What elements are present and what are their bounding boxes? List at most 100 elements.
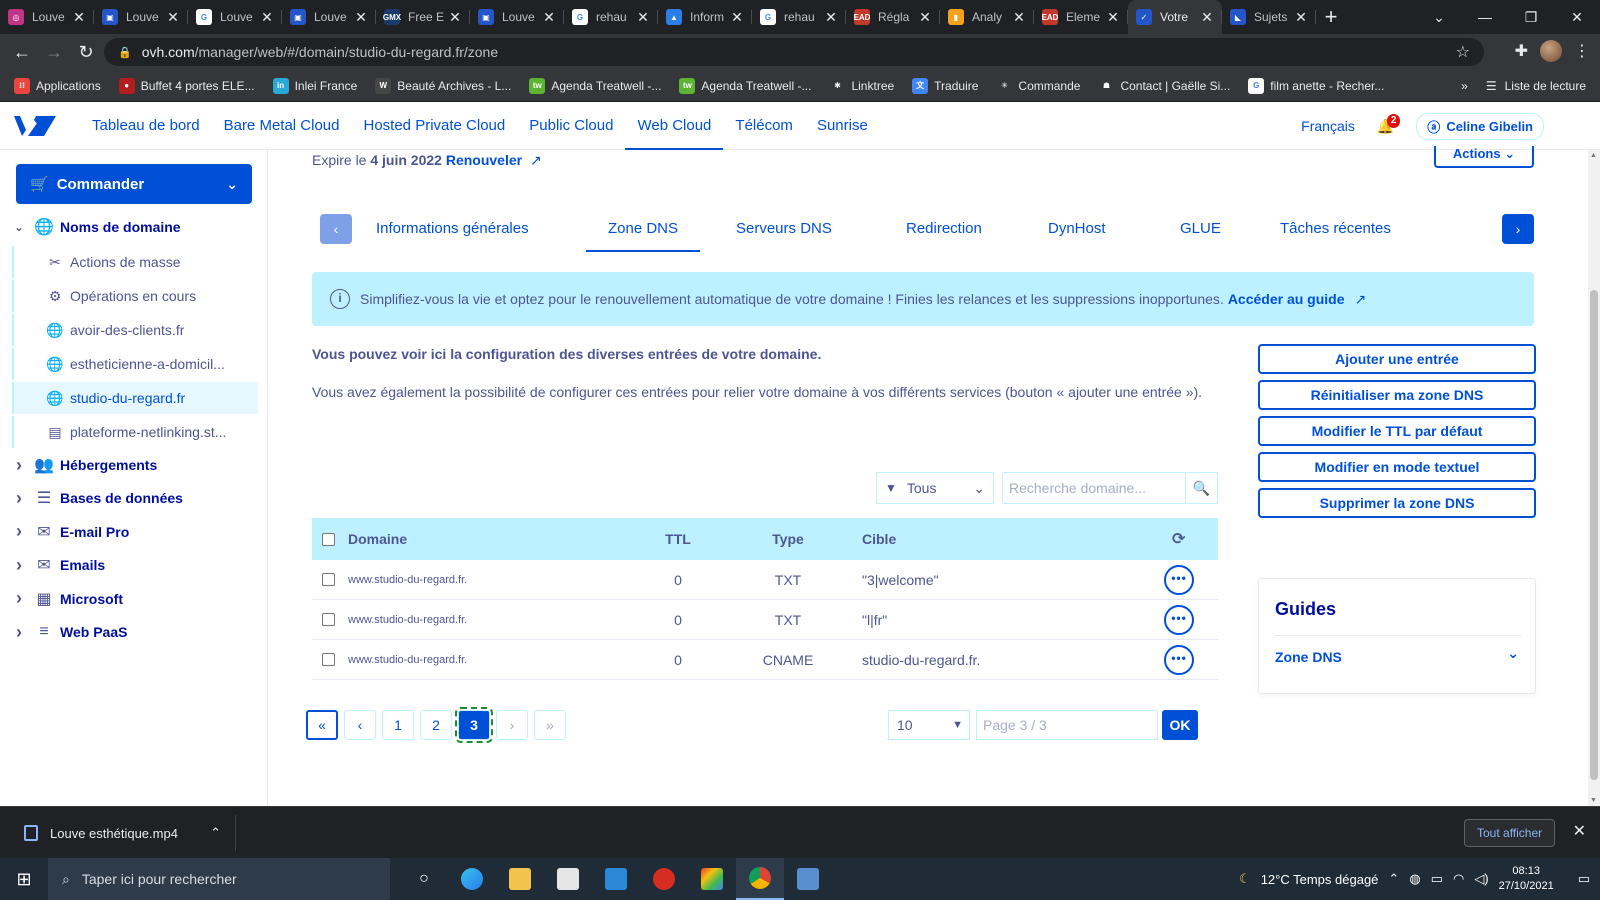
url-input[interactable]: 🔒 ovh.com/manager/web/#/domain/studio-du… (104, 38, 1484, 66)
sidebar-section[interactable]: › ✉ E-mail Pro (0, 517, 258, 547)
tab-close-icon[interactable]: ✕ (448, 9, 462, 26)
bookmark-item[interactable]: ✱ Linktree (829, 77, 894, 94)
row-checkbox[interactable] (322, 653, 335, 666)
task-view-icon[interactable]: ○ (400, 858, 448, 900)
bookmark-item[interactable]: W Beauté Archives - L... (375, 77, 511, 94)
close-window-button[interactable]: ✕ (1554, 9, 1600, 26)
photos-icon[interactable] (784, 858, 832, 900)
universe-menu-item[interactable]: Hosted Private Cloud (352, 102, 518, 150)
bookmark-item[interactable]: tw Agenda Treatwell -... (679, 77, 811, 94)
user-account-button[interactable]: ⓐ Celine Gibelin (1416, 112, 1544, 140)
browser-tab[interactable]: Grehau ✕ (564, 0, 658, 34)
universe-menu-item[interactable]: Télécom (723, 102, 805, 150)
universe-menu-item[interactable]: Bare Metal Cloud (212, 102, 352, 150)
tabs-prev-arrow-icon[interactable]: ‹ (320, 214, 352, 244)
scroll-up-arrow-icon[interactable]: ▲ (1590, 152, 1597, 159)
more-actions-icon[interactable]: ••• (1164, 644, 1194, 675)
profile-avatar[interactable] (1540, 40, 1562, 62)
tab-close-icon[interactable]: ✕ (354, 9, 368, 26)
row-checkbox[interactable] (322, 613, 335, 626)
order-button[interactable]: 🛒 Commander ⌄ (16, 164, 252, 204)
tray-chevron-up-icon[interactable]: ⌃ (1388, 871, 1399, 887)
edge-icon[interactable] (448, 858, 496, 900)
select-all-checkbox[interactable] (322, 532, 335, 546)
close-icon[interactable]: ✕ (1573, 821, 1586, 841)
wifi-icon[interactable]: ◠ (1453, 871, 1464, 887)
zone-action-button[interactable]: Modifier le TTL par défaut (1258, 416, 1536, 446)
tab-close-icon[interactable]: ✕ (918, 9, 932, 26)
reload-icon[interactable]: ↻ (70, 42, 102, 63)
header-type[interactable]: Type (752, 531, 824, 547)
clock[interactable]: 08:13 27/10/2021 (1499, 864, 1554, 894)
last-page-icon[interactable]: » (534, 710, 566, 740)
browser-tab[interactable]: ◎ Louve ✕ (0, 0, 94, 34)
back-arrow-icon[interactable]: ← (6, 42, 38, 63)
browser-tab[interactable]: ▲ Inform ✕ (658, 0, 752, 34)
bookmark-item[interactable]: tw Agenda Treatwell -... (529, 77, 661, 94)
bookmark-star-icon[interactable]: ☆ (1456, 42, 1470, 62)
browser-tab[interactable]: EAD Eleme ✕ (1034, 0, 1128, 34)
bookmark-item[interactable]: ✳ Commande (996, 77, 1080, 94)
chevron-down-icon[interactable]: ⌄ (1507, 645, 1519, 662)
domain-search-input[interactable]: Recherche domaine... (1002, 472, 1186, 504)
type-filter-select[interactable]: ▼ Tous ⌄ (876, 472, 994, 504)
browser-tab[interactable]: ▮ Analy ✕ (940, 0, 1034, 34)
tab-close-icon[interactable]: ✕ (636, 9, 650, 26)
first-page-icon[interactable]: « (306, 710, 338, 740)
universe-menu-item[interactable]: Public Cloud (517, 102, 625, 150)
sidebar-domain-item[interactable]: 🌐 estheticienne-a-domicil... (12, 348, 258, 380)
page-number-button[interactable]: 1 (382, 710, 414, 740)
domain-tab[interactable]: Tâches récentes (1280, 214, 1391, 252)
reading-list[interactable]: ☰ Liste de lecture (1486, 79, 1586, 93)
universe-menu-item[interactable]: Sunrise (805, 102, 880, 150)
tab-close-icon[interactable]: ✕ (1012, 9, 1026, 26)
new-tab-button[interactable]: + (1316, 4, 1346, 30)
bookmark-item[interactable]: ● Buffet 4 portes ELE... (118, 77, 255, 94)
page-number-button[interactable]: 2 (420, 710, 452, 740)
chrome-icon[interactable] (736, 858, 784, 900)
sidebar-domain-item[interactable]: 🌐 studio-du-regard.fr (12, 382, 258, 414)
lock-icon[interactable]: 🔒 (118, 46, 132, 59)
header-target[interactable]: Cible (862, 531, 896, 547)
universe-menu-item[interactable]: Tableau de bord (80, 102, 212, 150)
more-bookmarks-chevron[interactable]: » (1461, 79, 1468, 93)
weather-text[interactable]: 12°C Temps dégagé (1261, 872, 1379, 887)
windows-start-icon[interactable]: ⊞ (0, 869, 48, 890)
browser-tab[interactable]: ▣ Louve ✕ (94, 0, 188, 34)
actions-dropdown-button[interactable]: Actions ⌄ (1434, 146, 1534, 168)
sidebar-section[interactable]: › ☰ Bases de données (0, 483, 258, 513)
sidebar-section[interactable]: › 👥 Hébergements (0, 450, 258, 480)
tab-close-icon[interactable]: ✕ (1106, 9, 1120, 26)
tab-close-icon[interactable]: ✕ (72, 9, 86, 26)
forward-arrow-icon[interactable]: → (38, 42, 70, 63)
guides-item-zone-dns[interactable]: Zone DNS (1275, 649, 1342, 665)
browser-tab[interactable]: ✓ Votre ✕ (1128, 0, 1222, 34)
bookmark-item[interactable]: in Inlei France (272, 77, 357, 94)
domain-tab[interactable]: DynHost (1048, 214, 1106, 252)
tab-close-icon[interactable]: ✕ (824, 9, 838, 26)
domain-tab[interactable]: GLUE (1180, 214, 1221, 252)
browser-tab[interactable]: ▣ Louve ✕ (470, 0, 564, 34)
browser-tab[interactable]: ◣ Sujets ✕ (1222, 0, 1316, 34)
bookmark-item[interactable]: ⁝⁝ Applications (14, 77, 101, 94)
sidebar-section[interactable]: › ✉ Emails (0, 550, 258, 580)
more-actions-icon[interactable]: ••• (1164, 564, 1194, 595)
battery-icon[interactable]: ▭ (1431, 871, 1443, 887)
scroll-down-arrow-icon[interactable]: ▼ (1590, 797, 1597, 804)
domain-tab[interactable]: Zone DNS (586, 214, 700, 252)
volume-icon[interactable]: ◁) (1474, 871, 1488, 887)
notifications-center-icon[interactable]: ▭ (1578, 871, 1590, 887)
tab-close-icon[interactable]: ✕ (542, 9, 556, 26)
sidebar-section[interactable]: › ▦ Microsoft (0, 584, 258, 614)
network-icon[interactable]: ◍ (1409, 871, 1420, 887)
scrollbar-thumb[interactable] (1590, 290, 1598, 780)
domain-tab[interactable]: Redirection (906, 214, 982, 252)
row-checkbox[interactable] (322, 573, 335, 586)
tab-close-icon[interactable]: ✕ (166, 9, 180, 26)
header-ttl[interactable]: TTL (652, 531, 704, 547)
download-item[interactable]: Louve esthétique.mp4 ⌃ (14, 815, 236, 851)
tabs-next-arrow-icon[interactable]: › (1502, 214, 1534, 244)
taskbar-search-input[interactable]: ⌕ Taper ici pour rechercher (48, 858, 390, 900)
sidebar-section[interactable]: › ≡ Web PaaS (0, 617, 258, 647)
chevron-up-icon[interactable]: ⌃ (210, 825, 221, 841)
